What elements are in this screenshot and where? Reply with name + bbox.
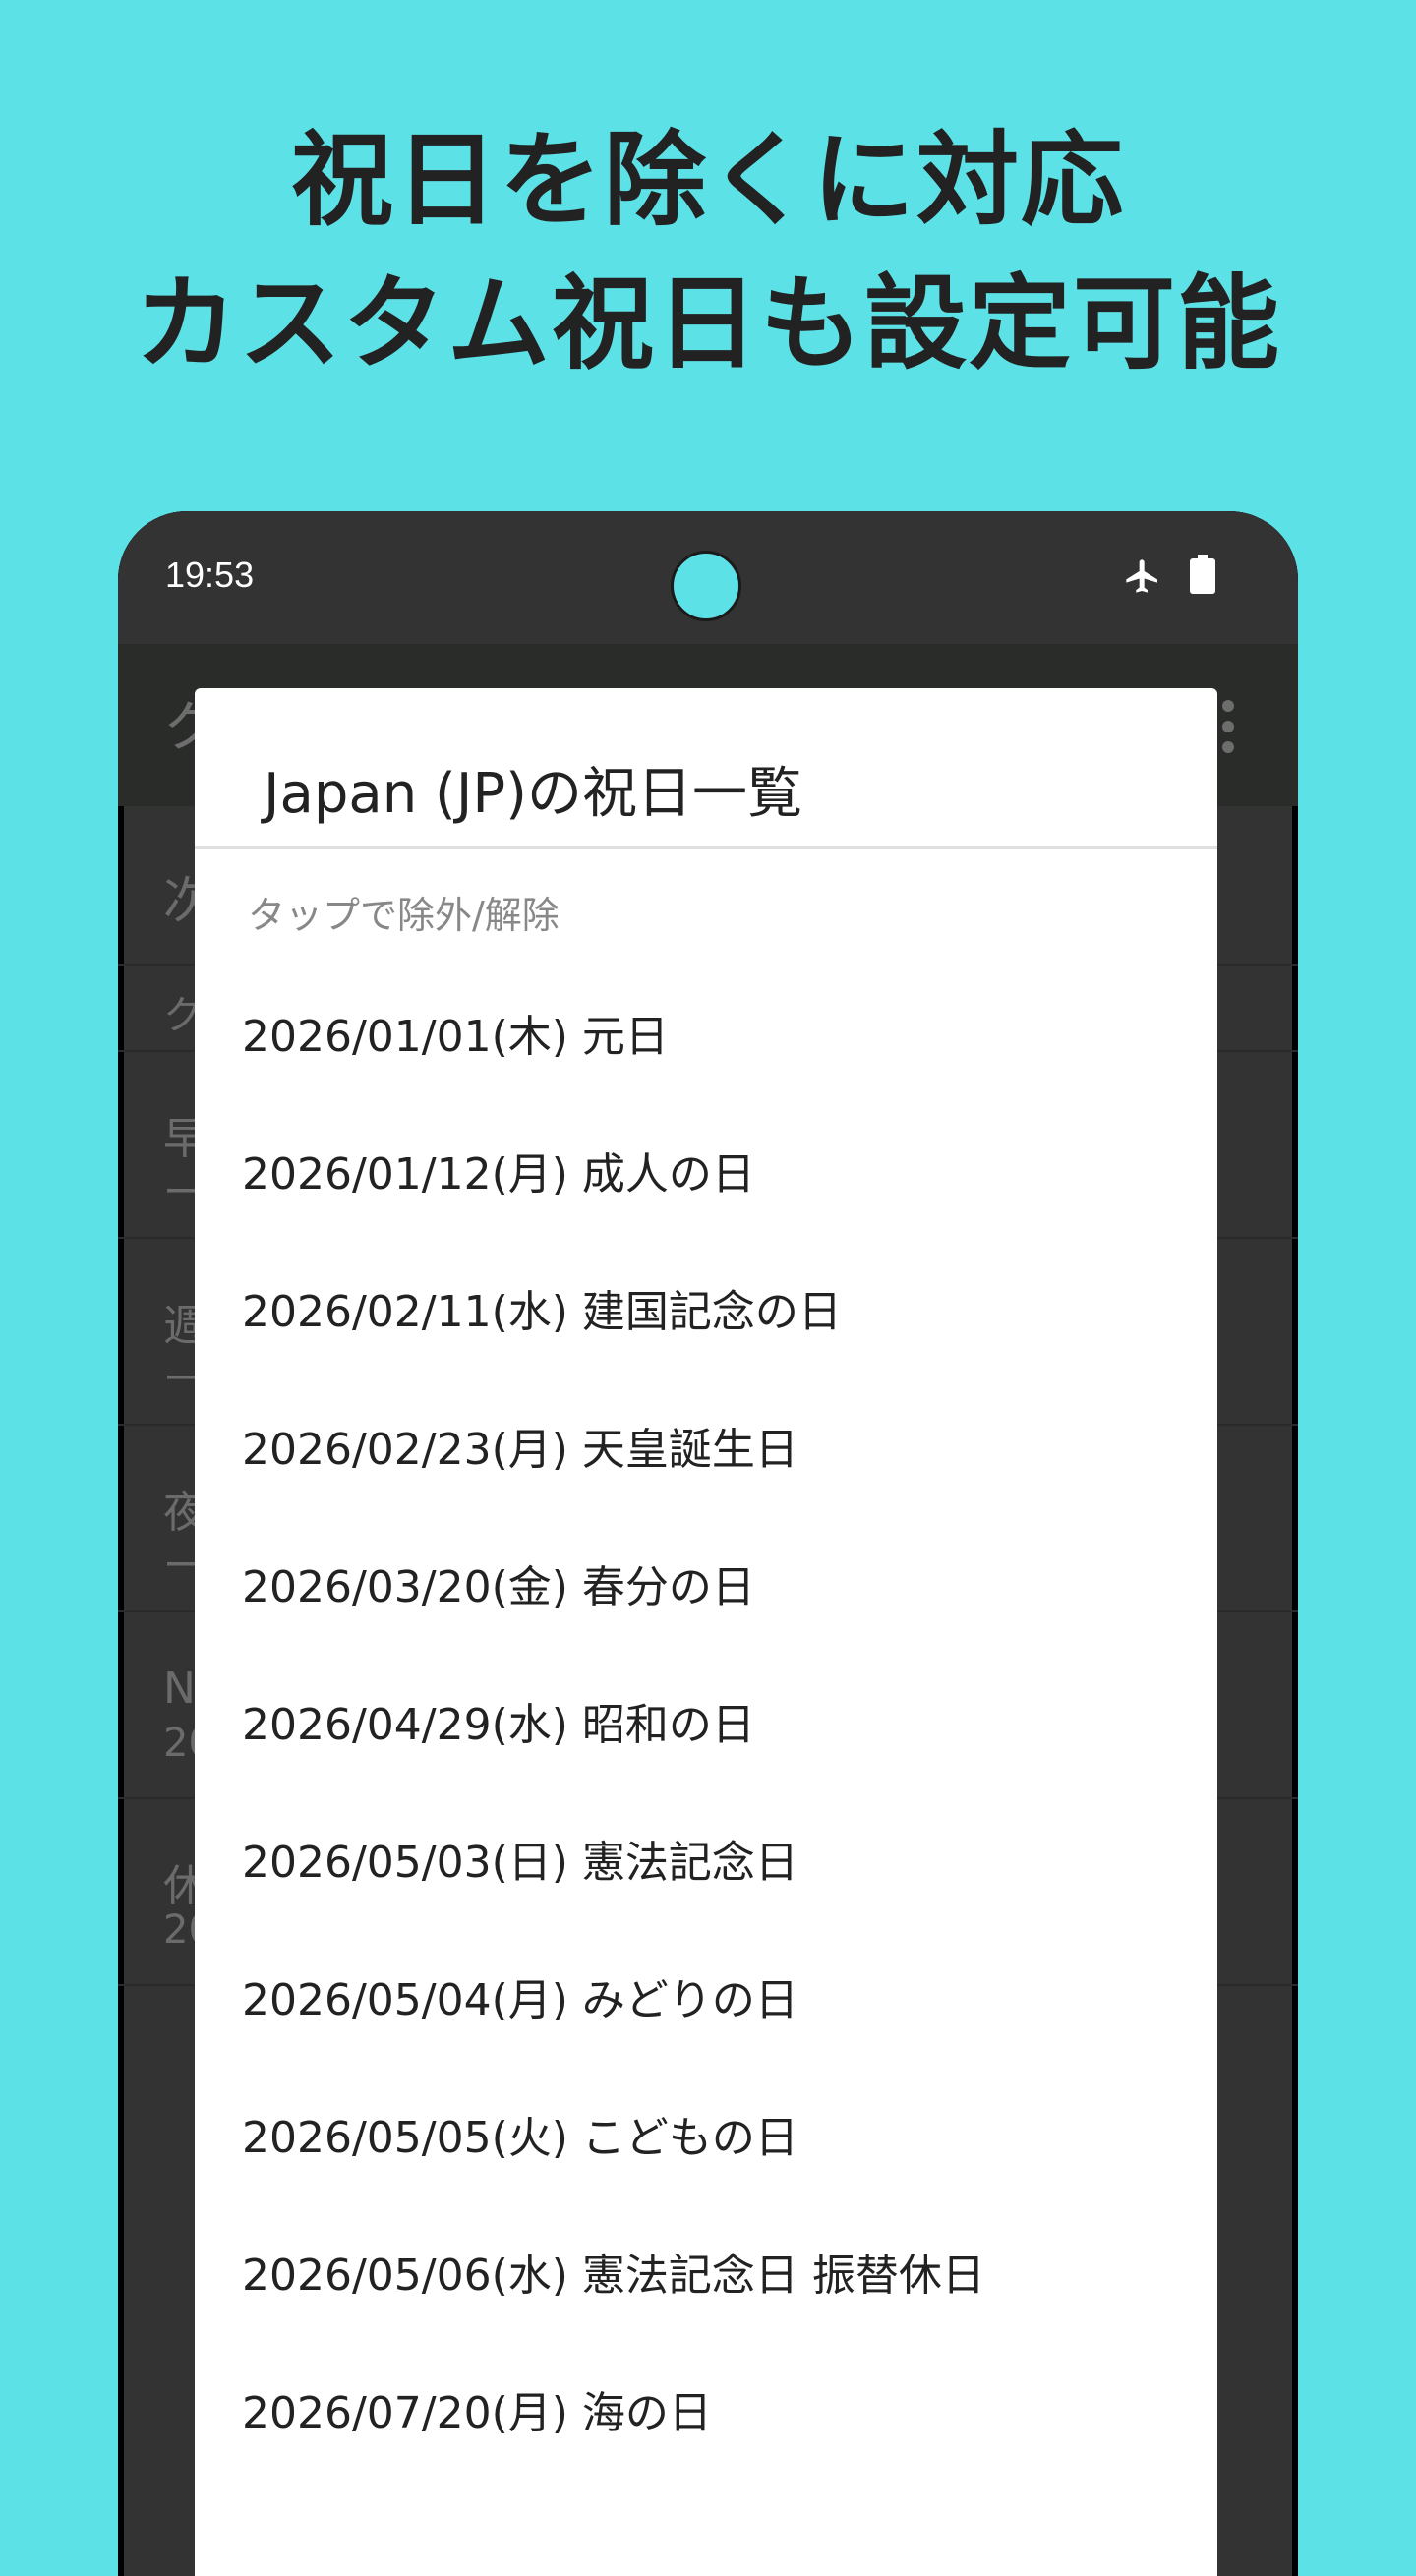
status-time: 19:53: [165, 555, 255, 595]
dialog-divider: [195, 846, 1217, 849]
holiday-item[interactable]: 2026/05/05(火) こどもの日: [195, 2065, 1217, 2202]
battery-icon: [1190, 555, 1215, 594]
headline-line-1: 祝日を除くに対応: [290, 120, 1125, 240]
dialog-title: Japan (JP)の祝日一覧: [264, 762, 802, 826]
holiday-item[interactable]: 2026/05/06(水) 憲法記念日 振替休日: [195, 2202, 1217, 2340]
background-item-title: N: [163, 1664, 196, 1714]
camera-cutout: [671, 551, 741, 621]
holiday-item[interactable]: 2026/05/04(月) みどりの日: [195, 1927, 1217, 2065]
holiday-item[interactable]: 2026/02/11(水) 建国記念の日: [195, 1239, 1217, 1376]
status-bar: 19:53: [118, 511, 1298, 644]
holiday-item[interactable]: 2026/01/01(木) 元日: [195, 964, 1217, 1101]
holiday-item[interactable]: 2026/02/23(月) 天皇誕生日: [195, 1376, 1217, 1514]
headline-line-2: カスタム祝日も設定可能: [134, 263, 1281, 383]
holiday-item[interactable]: 2026/01/12(月) 成人の日: [195, 1101, 1217, 1239]
holiday-item[interactable]: 2026/04/29(水) 昭和の日: [195, 1652, 1217, 1789]
dialog-hint: タップで除外/解除: [248, 894, 560, 937]
holiday-item[interactable]: 2026/05/03(日) 憲法記念日: [195, 1789, 1217, 1927]
overflow-menu-icon[interactable]: [1221, 699, 1235, 754]
airplane-icon: [1126, 559, 1157, 593]
holiday-item[interactable]: 2026/07/20(月) 海の日: [195, 2340, 1217, 2478]
holiday-item[interactable]: 2026/03/20(金) 春分の日: [195, 1514, 1217, 1652]
holiday-list-dialog: Japan (JP)の祝日一覧 タップで除外/解除 2026/01/01(木) …: [195, 688, 1217, 2576]
promo-headline: 祝日を除くに対応 カスタム祝日も設定可能: [0, 108, 1416, 395]
phone-frame: 19:53 ク 次 ク 早 ー 週 ー 夜 ー N 20 休 20 Japan …: [118, 511, 1298, 2576]
holiday-list: 2026/01/01(木) 元日 2026/01/12(月) 成人の日 2026…: [195, 964, 1217, 2478]
